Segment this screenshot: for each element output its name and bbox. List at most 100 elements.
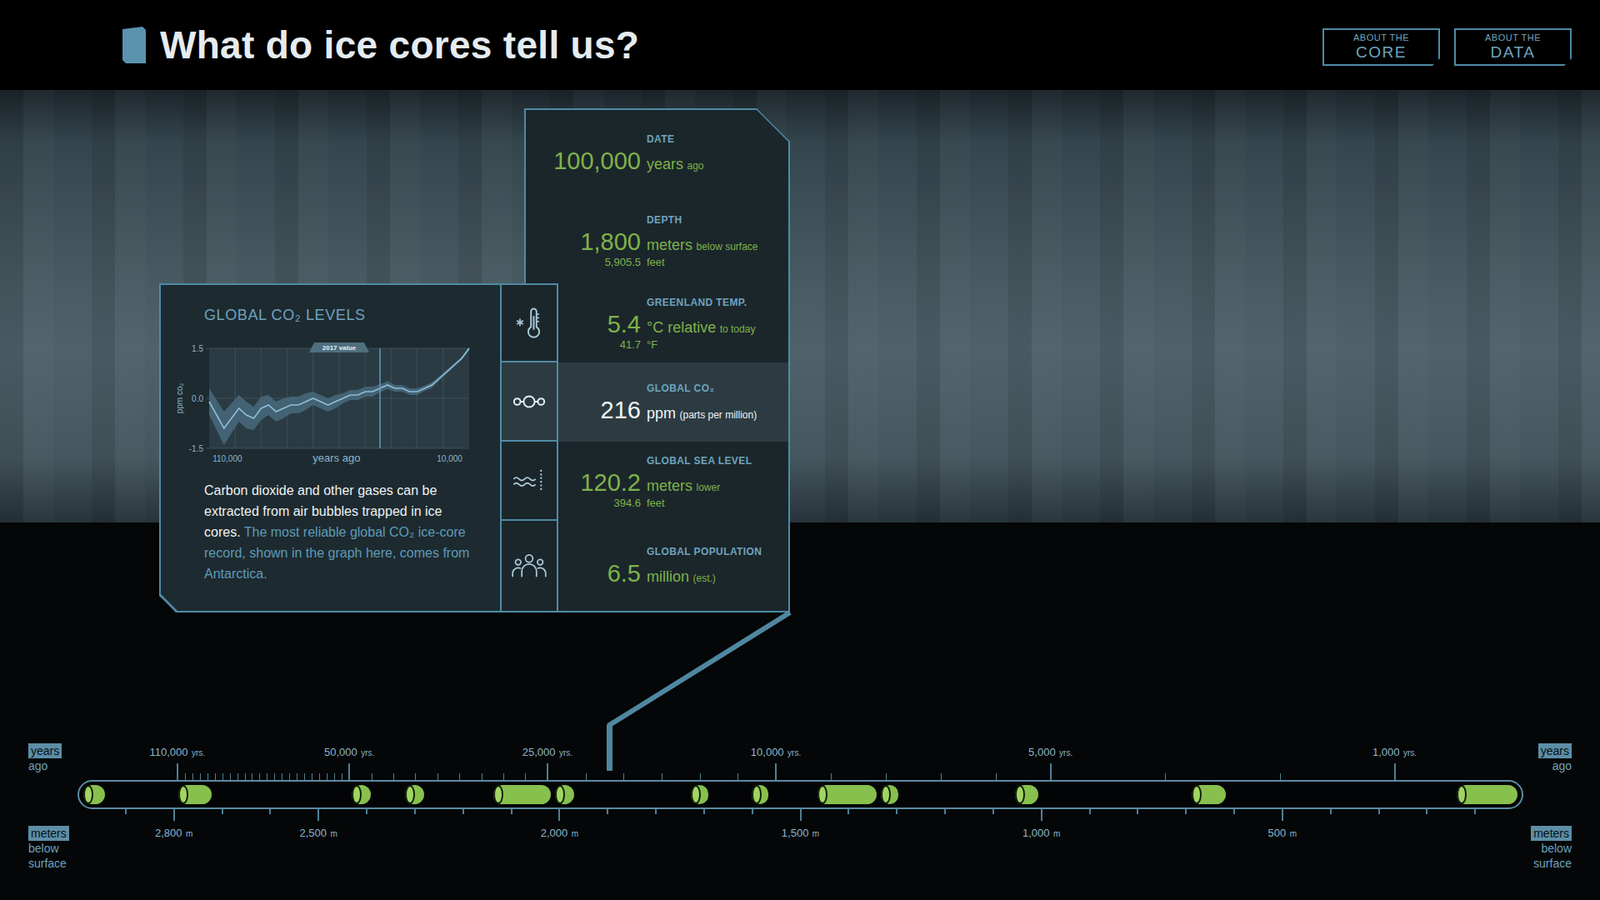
sea-level-icon <box>510 462 548 500</box>
depth-tick <box>847 809 850 815</box>
page: What do ice cores tell us? ABOUT THE COR… <box>0 0 1600 900</box>
age-minor-tick <box>237 773 239 780</box>
core-segment[interactable] <box>1456 785 1518 805</box>
side-text: ago <box>28 758 48 774</box>
reading-row[interactable]: GLOBAL CO₂ 216 ppm (parts per million) <box>525 362 789 442</box>
age-minor-tick <box>940 773 942 780</box>
core-segment-cap <box>555 785 565 805</box>
depth-tick <box>269 809 271 815</box>
core-segment[interactable] <box>751 785 770 805</box>
chart-badge <box>309 342 370 353</box>
age-value: 5,000 <box>1028 745 1056 759</box>
chart-uncertainty-band <box>209 346 470 445</box>
callout: DATE 100,000 years ago DEPTH 1,800 meter… <box>159 108 790 613</box>
reading-icon-button[interactable] <box>500 283 559 363</box>
age-minor-tick <box>885 773 887 780</box>
depth-tick <box>1425 809 1428 815</box>
meters-below-label: meters belowsurface <box>1523 825 1600 871</box>
age-unit: yrs. <box>191 748 205 758</box>
depth-label: 2,000 m <box>540 825 579 841</box>
age-major-tick <box>348 763 350 780</box>
side-text: surface <box>1533 855 1572 871</box>
core-segment[interactable] <box>817 785 877 805</box>
age-minor-tick <box>311 773 313 780</box>
age-minor-tick <box>222 773 224 780</box>
core-segment[interactable] <box>493 785 551 805</box>
reading-unit: years ago <box>646 155 784 174</box>
reading-unit: meters below surface <box>646 236 784 255</box>
depth-unit: m <box>571 829 579 839</box>
reading-icon-button[interactable] <box>500 362 559 442</box>
age-unit: yrs. <box>1059 748 1073 758</box>
reading-row[interactable]: GLOBAL SEA LEVEL 120.2 meters lower 394.… <box>525 441 789 521</box>
popup-title: GLOBAL CO₂ LEVELS <box>204 305 471 325</box>
age-minor-tick <box>623 773 625 780</box>
age-minor-tick <box>215 773 216 780</box>
reading-icon-button[interactable] <box>500 520 559 613</box>
depth-value: 2,500 <box>299 826 327 840</box>
core-segment[interactable] <box>178 785 212 805</box>
connector-line <box>609 612 790 730</box>
age-value: 1,000 <box>1372 745 1400 759</box>
reading-label: DEPTH <box>646 212 784 228</box>
age-major-tick <box>546 763 549 780</box>
core-segment-cap <box>817 785 828 805</box>
depth-tick <box>1136 809 1139 815</box>
depth-tick <box>1330 809 1332 815</box>
age-minor-tick <box>481 773 483 780</box>
reading-note: (est.) <box>692 572 715 585</box>
depth-tick <box>800 809 802 821</box>
core-segment[interactable] <box>83 785 105 805</box>
age-unit: yrs. <box>787 748 801 758</box>
reading-note: lower <box>695 481 720 494</box>
chart-y-tick: -1.5 <box>189 444 205 454</box>
age-minor-tick <box>289 773 290 780</box>
about-button[interactable]: ABOUT THE DATA <box>1454 28 1572 66</box>
depth-tick <box>1233 809 1235 815</box>
co2-chart: 1.50.0-1.5ppm co₂2017 value110,000years … <box>170 338 480 465</box>
reading-sub-unit: feet <box>646 255 784 269</box>
reading-row[interactable]: DATE 100,000 years ago <box>525 110 789 197</box>
core-segment[interactable] <box>1015 785 1039 805</box>
timeline-cursor[interactable] <box>606 725 613 771</box>
age-minor-tick <box>266 773 268 780</box>
reading-row[interactable]: GREENLAND TEMP. 5.4 °C relative to today… <box>525 283 789 363</box>
depth-label: 1,000 m <box>1022 825 1060 841</box>
age-unit: yrs. <box>1403 748 1417 758</box>
age-axis-ticks <box>77 761 1524 780</box>
chart-x-label: 110,000 <box>212 454 243 464</box>
age-minor-tick <box>995 773 997 780</box>
core-segment-cap <box>83 785 94 805</box>
core-segment[interactable] <box>690 785 709 805</box>
side-text: below <box>1540 840 1572 856</box>
age-major-tick <box>1394 763 1396 780</box>
age-minor-tick <box>459 773 460 780</box>
reading-unit: million (est.) <box>646 568 784 586</box>
core-segment[interactable] <box>1191 785 1227 805</box>
age-minor-tick <box>230 773 231 780</box>
reading-unit: °C relative to today <box>646 319 784 337</box>
depth-value: 2,000 <box>540 826 569 840</box>
reading-row[interactable]: DEPTH 1,800 meters below surface 5,905.5… <box>525 196 789 284</box>
age-minor-tick <box>503 773 505 780</box>
depth-unit: m <box>812 829 820 839</box>
about-button-caption: ABOUT THE <box>1353 32 1410 44</box>
depth-label: 2,800 m <box>155 825 193 841</box>
age-minor-tick <box>1280 773 1281 780</box>
age-major-tick <box>775 763 777 780</box>
age-minor-tick <box>296 773 298 780</box>
readings-panel: DATE 100,000 years ago DEPTH 1,800 meter… <box>524 108 790 613</box>
about-button-label: CORE <box>1355 43 1407 62</box>
depth-unit: m <box>1290 829 1297 839</box>
reading-icon-button[interactable] <box>500 441 559 521</box>
core-segment[interactable] <box>880 785 899 805</box>
core-segment[interactable] <box>405 785 425 805</box>
core-segment[interactable] <box>351 785 371 805</box>
core-track[interactable] <box>77 780 1524 810</box>
reading-row[interactable]: GLOBAL POPULATION 6.5 million (est.) <box>525 520 789 611</box>
years-ago-label: years ago <box>0 743 78 774</box>
core-segment[interactable] <box>555 785 575 805</box>
about-button[interactable]: ABOUT THE CORE <box>1322 28 1440 66</box>
meters-box: meters <box>1530 825 1572 841</box>
chart-y-label: ppm co₂ <box>175 383 185 415</box>
